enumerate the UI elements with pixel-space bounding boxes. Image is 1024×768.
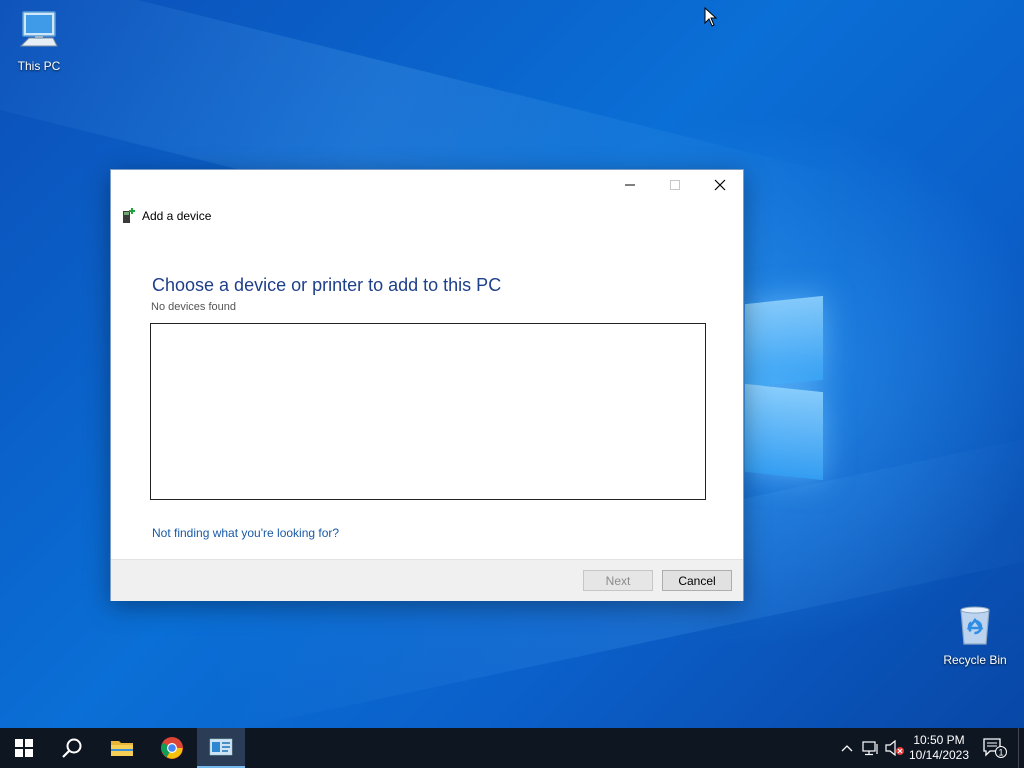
network-status[interactable]: [860, 728, 882, 768]
clock-date: 10/14/2023: [908, 748, 970, 762]
recycle-bin-icon: [960, 606, 990, 645]
page-heading: Choose a device or printer to add to thi…: [152, 275, 502, 295]
taskbar-search-button[interactable]: [48, 728, 96, 768]
next-button: Next: [583, 570, 653, 591]
search-icon: [62, 738, 82, 758]
volume-control[interactable]: [884, 728, 906, 768]
add-device-dialog: Add a device Choose a device or printer …: [110, 169, 744, 601]
desktop-icon-label: This PC: [17, 59, 61, 73]
search-status: No devices found: [151, 301, 236, 313]
maximize-icon: [670, 180, 680, 190]
close-button[interactable]: [697, 170, 743, 200]
dialog-header: Add a device: [122, 208, 211, 224]
folder-icon: [111, 741, 133, 756]
show-hidden-icons-button[interactable]: [838, 728, 856, 768]
windows-start-icon: [15, 739, 33, 757]
taskbar-add-device-window[interactable]: [197, 728, 245, 768]
taskbar-file-explorer[interactable]: [98, 728, 146, 768]
start-button[interactable]: [0, 728, 48, 768]
this-pc-icon: [19, 11, 58, 47]
clock-time: 10:50 PM: [913, 733, 965, 747]
close-icon: [714, 179, 726, 191]
taskbar-clock[interactable]: 10:50 PM 10/14/2023: [906, 728, 972, 768]
notification-count: 1: [998, 748, 1003, 758]
minimize-icon: [625, 184, 635, 186]
network-icon: [862, 741, 878, 756]
taskbar: 10:50 PM 10/14/2023 1: [0, 728, 1024, 768]
not-finding-link[interactable]: Not finding what you're looking for?: [152, 526, 339, 540]
desktop-icon-label: Recycle Bin: [943, 653, 1007, 667]
show-desktop-button[interactable]: [1018, 728, 1019, 768]
notification-icon: 1: [983, 738, 1007, 758]
add-device-icon: [123, 208, 135, 223]
device-list[interactable]: [150, 323, 706, 500]
chevron-up-icon: [841, 745, 853, 752]
desktop-icon-this-pc[interactable]: This PC: [2, 8, 76, 73]
device-window-icon: [209, 738, 233, 756]
maximize-button: [652, 170, 698, 200]
desktop-icon-recycle-bin[interactable]: Recycle Bin: [938, 602, 1012, 667]
dialog-title: Add a device: [142, 209, 212, 223]
dialog-titlebar[interactable]: [111, 170, 743, 200]
cancel-button[interactable]: Cancel: [662, 570, 732, 591]
volume-muted-icon: [885, 740, 904, 756]
dialog-footer: Next Cancel: [111, 559, 743, 601]
chrome-icon: [161, 737, 183, 759]
minimize-button[interactable]: [607, 170, 653, 200]
taskbar-chrome[interactable]: [148, 728, 196, 768]
mouse-cursor-icon: [704, 7, 718, 27]
action-center-button[interactable]: 1: [980, 728, 1010, 768]
